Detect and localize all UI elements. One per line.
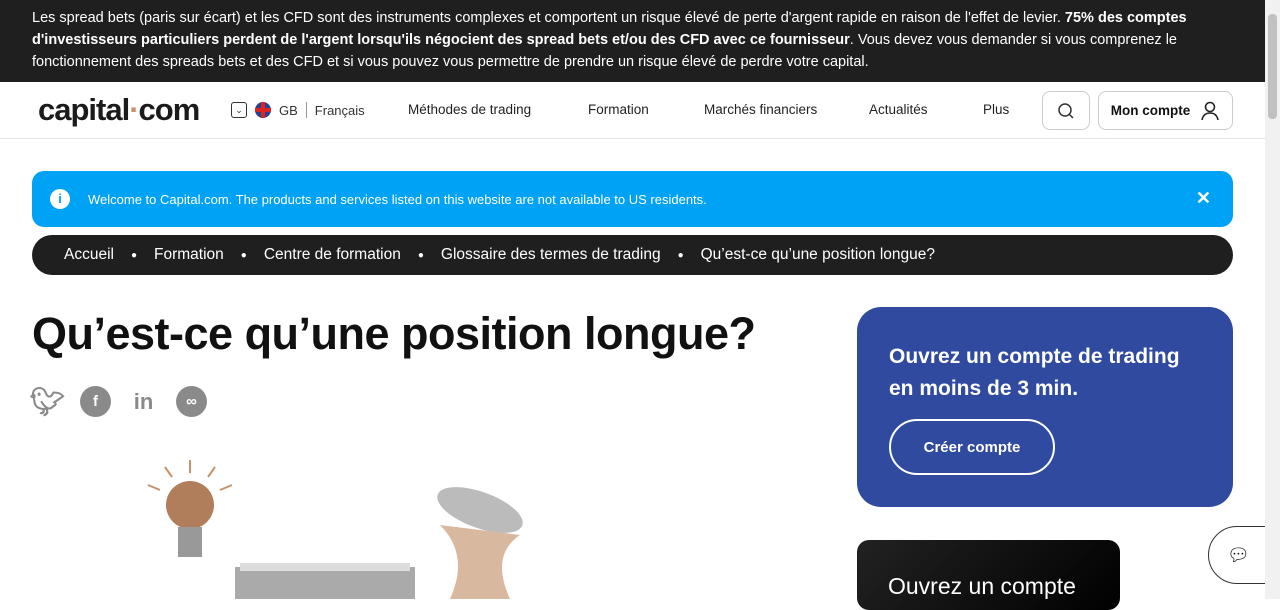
copy-link-icon[interactable]: ∞ bbox=[176, 386, 207, 417]
uk-flag-icon bbox=[255, 102, 271, 118]
facebook-icon[interactable]: f bbox=[80, 386, 111, 417]
nav-marches[interactable]: Marchés financiers bbox=[704, 102, 817, 117]
nav-actualites[interactable]: Actualités bbox=[869, 102, 928, 117]
create-account-button[interactable]: Créer compte bbox=[889, 419, 1055, 475]
main-nav: capital·com ⌄ GB Français Méthodes de trad… bbox=[0, 82, 1265, 139]
account-label: Mon compte bbox=[1110, 103, 1191, 118]
nav-methodes[interactable]: Méthodes de trading bbox=[408, 102, 531, 117]
account-button[interactable]: Mon compte bbox=[1098, 91, 1233, 130]
promo-text: Ouvrez un compte bbox=[888, 573, 1076, 599]
page-title: Qu’est-ce qu’une position longue? bbox=[32, 308, 756, 359]
language-label: Français bbox=[314, 102, 365, 118]
cta-title: Ouvrez un compte de trading en moins de … bbox=[889, 345, 1180, 400]
info-icon: i bbox=[50, 189, 70, 209]
notice-text: Welcome to Capital.com. The products and… bbox=[88, 191, 707, 207]
breadcrumb-item[interactable]: Formation bbox=[154, 246, 224, 264]
nav-plus[interactable]: Plus bbox=[983, 102, 1009, 117]
article-illustration bbox=[147, 460, 523, 599]
breadcrumb: Accueil ● Formation ● Centre de formation ●… bbox=[32, 235, 1233, 275]
search-icon bbox=[1058, 102, 1074, 119]
twitter-icon[interactable]: 🐦︎ bbox=[30, 386, 66, 417]
language-selector[interactable]: ⌄ GB Français bbox=[231, 102, 365, 118]
region-label: GB bbox=[279, 102, 298, 118]
chevron-down-icon: ⌄ bbox=[231, 102, 247, 118]
search-button[interactable] bbox=[1042, 91, 1090, 130]
breadcrumb-item[interactable]: Accueil bbox=[64, 246, 114, 264]
open-account-card: Ouvrez un compte de trading en moins de … bbox=[857, 307, 1233, 507]
scrollbar[interactable] bbox=[1265, 0, 1280, 599]
breadcrumb-current: Qu’est-ce qu’une position longue? bbox=[700, 246, 936, 263]
chat-icon: 💬︎ bbox=[1227, 544, 1250, 565]
linkedin-icon[interactable]: in bbox=[128, 386, 159, 417]
risk-warning-banner: Les spread bets (paris sur écart) et les… bbox=[0, 0, 1265, 82]
us-residents-notice: i Welcome to Capital.com. The products an… bbox=[32, 171, 1233, 227]
risk-text: Les spread bets (paris sur écart) et les… bbox=[32, 10, 1065, 26]
app-promo-card[interactable]: Ouvrez un compte bbox=[857, 540, 1120, 610]
close-icon[interactable]: ✕ bbox=[1196, 188, 1211, 209]
logo[interactable]: capital·com bbox=[38, 92, 200, 128]
divider bbox=[305, 102, 307, 118]
user-icon bbox=[1201, 101, 1220, 120]
breadcrumb-item[interactable]: Glossaire des termes de trading bbox=[441, 246, 661, 264]
share-bar: 🐦︎ f in ∞ bbox=[30, 386, 207, 417]
scrollbar-thumb[interactable] bbox=[1268, 14, 1277, 119]
nav-formation[interactable]: Formation bbox=[588, 102, 649, 117]
breadcrumb-item[interactable]: Centre de formation bbox=[264, 246, 401, 264]
